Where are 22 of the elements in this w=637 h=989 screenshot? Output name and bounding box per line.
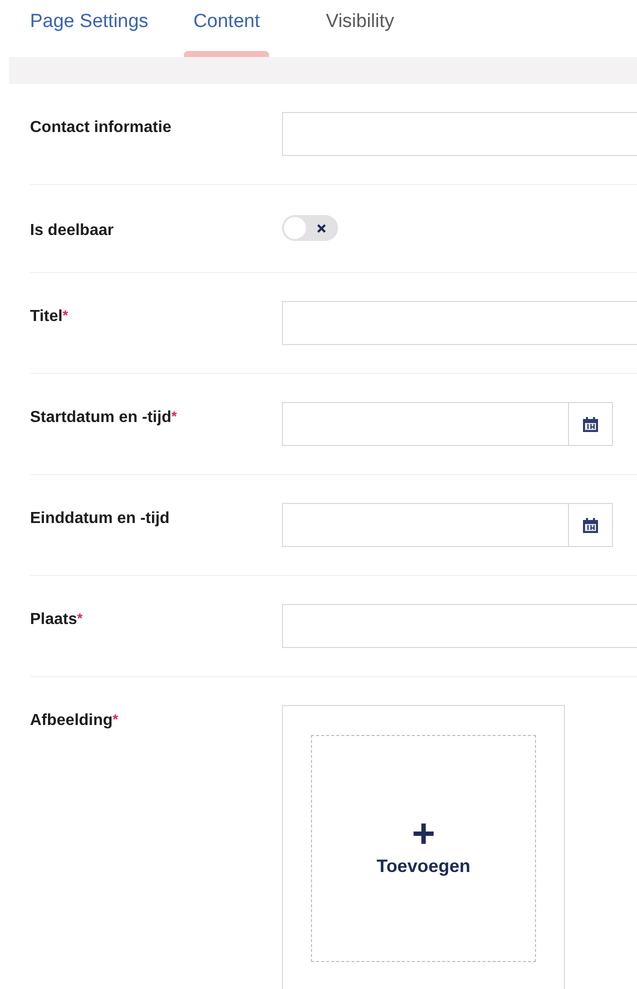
close-icon <box>317 224 326 233</box>
date-field[interactable] <box>282 402 569 446</box>
field-label: Startdatum en -tijd* <box>30 407 178 428</box>
field-label: Plaats* <box>30 609 84 630</box>
calendar-button[interactable] <box>569 402 613 446</box>
input-field[interactable] <box>282 604 637 648</box>
field-label: Afbeelding* <box>30 710 120 731</box>
add-image-button[interactable]: + Toevoegen <box>311 735 536 962</box>
field-label: Contact informatie <box>30 118 172 138</box>
calendar-button[interactable] <box>569 503 613 547</box>
field-label: Einddatum en -tijd <box>30 509 171 529</box>
tab[interactable]: Visibility <box>316 0 404 57</box>
date-field[interactable] <box>282 503 569 547</box>
input-field[interactable] <box>282 301 637 345</box>
tab[interactable]: Page Settings <box>30 0 148 57</box>
field-label: Is deelbaar <box>30 221 115 241</box>
input-field[interactable] <box>282 112 637 156</box>
toggle-switch[interactable] <box>282 215 338 241</box>
tab[interactable]: Content <box>184 0 269 57</box>
calendar-icon <box>582 416 599 432</box>
calendar-icon <box>582 516 599 534</box>
field-label: Titel* <box>30 306 70 327</box>
